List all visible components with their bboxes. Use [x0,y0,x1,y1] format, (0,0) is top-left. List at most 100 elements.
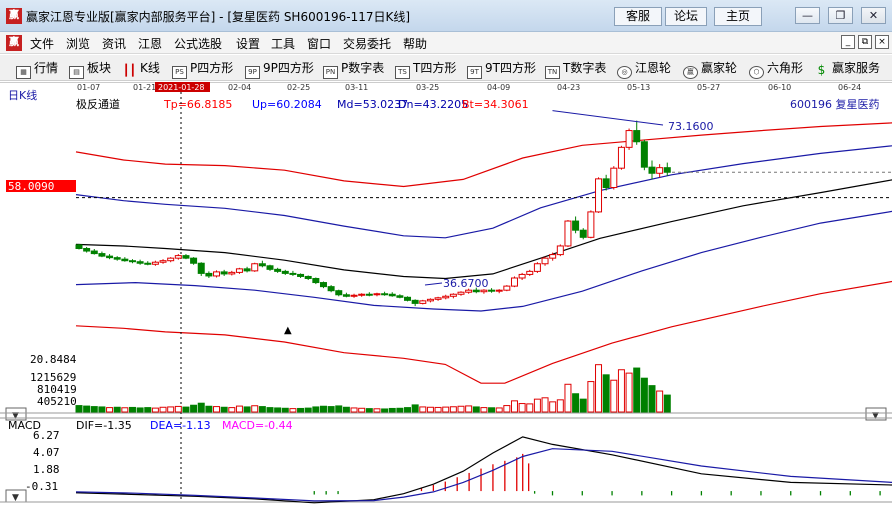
menu-window[interactable]: 窗口 [307,35,331,52]
volume-bar [449,406,457,413]
candle-body [610,167,618,188]
candle [281,269,289,275]
candle [174,254,182,260]
volume-bar [350,407,358,413]
candle-body [373,293,381,296]
tool-quotes[interactable]: ▦ 行情 [16,59,58,79]
menu-trade[interactable]: 交易委托 [343,35,391,52]
kline-chart-area[interactable]: ▼ ▼ ▼ 01-07 01-21 02-04 02-25 03-11 03-2… [0,82,892,507]
macd-axis-label: 6.27 [33,429,60,442]
candle [579,228,587,240]
candle [167,257,175,263]
tool-t-square[interactable]: TS T四方形 [395,59,456,79]
tool-hexagon[interactable]: ⬡ 六角形 [749,59,803,79]
tool-9p-square[interactable]: 9P 9P四方形 [245,59,314,79]
candle [182,254,190,260]
volume-bar [656,390,664,413]
volume-bar [106,407,114,413]
forum-button[interactable]: 论坛 [665,7,707,26]
period-label: 日K线 [8,88,37,102]
volume-bar [75,405,83,413]
volume-bar [128,406,136,413]
channel-up-line [75,145,892,239]
candle [595,177,603,213]
tp-value: Tp=66.8185 [163,98,232,111]
candle [587,210,595,239]
menu-news[interactable]: 资讯 [102,35,126,52]
close-icon[interactable]: ✕ [861,7,886,24]
candle [663,162,671,176]
candle-body [480,289,488,293]
tool-winner-service[interactable]: $ 赢家服务 [814,59,880,77]
title-bar: 赢 赢家江恩专业版[赢家内部服务平台] - [复星医药 SH600196-117… [0,0,892,32]
candle [197,262,205,276]
candle-body [289,272,297,275]
candle-body [83,248,91,252]
candle-body [656,167,664,174]
mdi-minimize-icon[interactable]: _ [841,35,855,49]
price-marker-value: 58.0090 [8,180,54,193]
menu-file[interactable]: 文件 [30,35,54,52]
candle [572,216,580,234]
volume-bar [83,405,91,413]
candle [556,244,564,257]
mdi-close-icon[interactable]: × [875,35,889,49]
candle [358,293,366,297]
date-tick: 02-04 [228,83,251,92]
menu-help[interactable]: 帮助 [403,35,427,52]
volume-bar [617,369,625,413]
tool-t-number-table[interactable]: TN T数字表 [545,59,606,79]
candle-body [457,291,465,295]
tool-gann-wheel[interactable]: ◎ 江恩轮 [617,59,671,79]
customer-service-button[interactable]: 客服 [614,7,662,26]
dea-value: DEA=-1.13 [150,419,211,432]
tool-p-square[interactable]: PS P四方形 [172,59,233,79]
candle-body [113,257,121,260]
toolbar: ▦ 行情 ▤ 板块 ┃┃ K线 PS P四方形 9P 9P四方形 PN P数字表 TS T四方… [0,55,892,81]
volume-bar [663,394,671,413]
tool-9t-square[interactable]: 9T 9T四方形 [467,59,536,79]
menu-browse[interactable]: 浏览 [66,35,90,52]
menu-settings[interactable]: 设置 [236,35,260,52]
candle-body [404,296,412,301]
kline-chart[interactable]: ▼ ▼ ▼ 01-07 01-21 02-04 02-25 03-11 03-2… [0,82,892,507]
candle [151,260,159,266]
candle-body [510,277,518,287]
grid-icon: ▦ [16,66,31,79]
candle-body [526,270,534,275]
candlestick-icon: ┃┃ [122,64,137,77]
date-tick: 04-23 [557,83,580,92]
minimize-icon[interactable]: — [795,7,820,24]
menu-formula-screener[interactable]: 公式选股 [174,35,222,52]
tool-sectors[interactable]: ▤ 板块 [69,59,111,79]
candle-body [251,263,259,272]
candle [495,289,503,294]
candle-body [518,273,526,279]
tool-p-number-table[interactable]: PN P数字表 [323,59,384,79]
candle-body [144,262,152,265]
hexagon-icon: ⬡ [749,66,764,79]
candle-body [159,260,167,263]
candle [90,249,98,255]
reference-lines [76,92,892,502]
homepage-button[interactable]: 主页 [714,7,762,26]
candle-body [449,293,457,297]
candle [121,257,129,262]
volume-bar [213,406,221,413]
menu-logo-icon: 赢 [6,35,22,51]
ts-icon: TS [395,66,410,79]
tool-winner-wheel[interactable]: 赢赢家轮 [683,59,737,79]
mdi-restore-icon[interactable]: ⧉ [858,35,872,49]
volume-bar [411,404,419,413]
volume-bar [151,407,159,413]
candle-body [617,146,625,169]
volume-bar [495,407,503,413]
date-tick: 05-13 [627,83,650,92]
menu-gann[interactable]: 江恩 [138,35,162,52]
candle [564,220,572,247]
menu-tools[interactable]: 工具 [271,35,295,52]
restore-icon[interactable]: ❐ [828,7,853,24]
tool-kline[interactable]: ┃┃ K线 [122,59,160,77]
volume-bar [640,377,648,413]
candle-body [503,285,511,291]
